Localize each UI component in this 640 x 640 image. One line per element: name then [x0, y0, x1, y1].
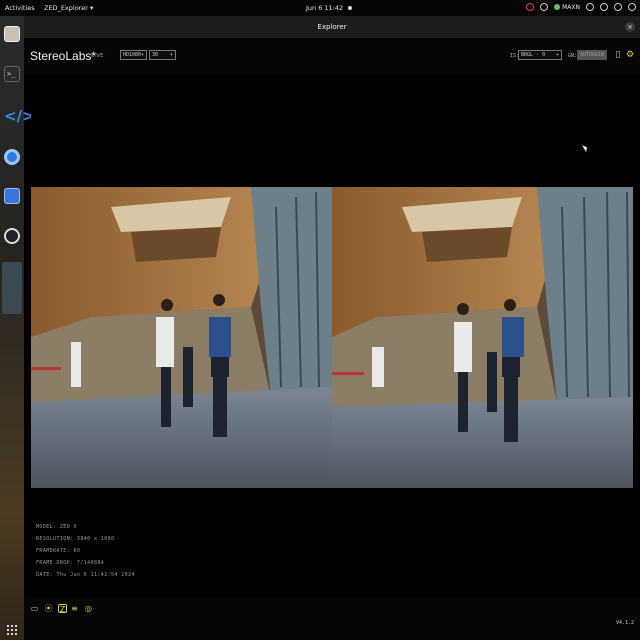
- window-title: Explorer: [317, 23, 347, 31]
- gain-input[interactable]: AUTOGAIN: [577, 50, 607, 60]
- folder-icon[interactable]: ▭: [30, 604, 39, 613]
- frame-drop: FRAME DROP: 7/140884: [36, 560, 105, 566]
- snapshot-icon[interactable]: ◎: [84, 604, 93, 613]
- chevron-down-icon: ▾: [555, 52, 559, 58]
- app-menu[interactable]: ZED_Explorer ▾: [44, 4, 93, 12]
- zed-explorer-app-icon[interactable]: [2, 262, 22, 314]
- live-status: LIVE: [91, 53, 104, 59]
- record-icon[interactable]: ▯: [613, 50, 623, 60]
- network-icon[interactable]: [600, 3, 608, 11]
- volume-icon[interactable]: [614, 3, 622, 11]
- power-mode-icon: [554, 4, 561, 10]
- framerate-select[interactable]: 30 ▾: [149, 50, 176, 60]
- system-tray[interactable]: MAXN: [526, 3, 636, 11]
- wifi-icon[interactable]: [586, 3, 594, 11]
- framerate-value: 30: [152, 52, 159, 58]
- brand-logo: StereoLabs*: [30, 49, 97, 63]
- chevron-down-icon: ▾: [140, 52, 144, 58]
- is-select[interactable]: BRGL - 0 ▾: [518, 50, 562, 60]
- app-header: StereoLabs* LIVE HD1080 ▾ 30 ▾ IS: BRGL …: [24, 38, 640, 74]
- record-icon[interactable]: ⦿: [44, 604, 53, 613]
- vscode-app-icon[interactable]: </>: [4, 108, 35, 124]
- system-top-bar: Activities ZED_Explorer ▾ Jun 6 11:42 MA…: [0, 0, 640, 16]
- left-camera-image: [31, 187, 332, 488]
- camera-resolution: RESOLUTION: 3840 x 1080: [36, 536, 115, 542]
- settings-icon[interactable]: ⚙: [625, 50, 635, 60]
- video-viewport[interactable]: MODEL: ZED X RESOLUTION: 3840 x 1080 FRA…: [31, 84, 633, 590]
- is-value: BRGL - 0: [521, 52, 546, 58]
- gain-label: GN:: [568, 53, 578, 59]
- files-app-icon[interactable]: [4, 26, 20, 42]
- notification-dot-icon: [348, 6, 352, 10]
- mode-icon[interactable]: ≡: [70, 604, 79, 613]
- camera-framerate: FRAMERATE: 60: [36, 548, 81, 554]
- zed-camera-icon[interactable]: Z: [58, 604, 67, 614]
- bottom-toolbar: ▭ ⦿ Z ≡ ◎ V4.1.2: [24, 598, 640, 640]
- chrome-tray-icon[interactable]: [540, 3, 549, 11]
- chromium-app-icon[interactable]: [4, 149, 20, 165]
- right-camera-scene: [332, 187, 633, 488]
- text-editor-app-icon[interactable]: [4, 188, 20, 204]
- resolution-value: HD1080: [123, 52, 142, 58]
- capture-date: DATE: Thu Jun 6 11:42:54 2024: [36, 572, 135, 578]
- terminal-app-icon[interactable]: >_: [4, 66, 20, 82]
- resolution-select[interactable]: HD1080 ▾: [120, 50, 147, 60]
- dock: >_ </>: [0, 16, 35, 640]
- left-camera-scene: [31, 187, 332, 488]
- power-mode-indicator[interactable]: MAXN: [554, 4, 580, 11]
- window-titlebar[interactable]: Explorer ×: [24, 16, 640, 39]
- power-mode-label: MAXN: [562, 3, 580, 11]
- power-icon[interactable]: [628, 3, 636, 11]
- show-apps-icon[interactable]: [6, 624, 18, 636]
- chevron-down-icon: ▾: [169, 52, 173, 58]
- clock[interactable]: Jun 6 11:42: [306, 4, 343, 12]
- obs-app-icon[interactable]: [4, 228, 20, 244]
- camera-model: MODEL: ZED X: [36, 524, 77, 530]
- nvidia-icon[interactable]: [526, 3, 535, 11]
- activities-button[interactable]: Activities: [5, 4, 35, 12]
- close-window-button[interactable]: ×: [625, 22, 635, 32]
- mouse-cursor-icon: [582, 143, 589, 153]
- right-camera-image: [332, 187, 633, 488]
- version-label: V4.1.2: [615, 620, 634, 626]
